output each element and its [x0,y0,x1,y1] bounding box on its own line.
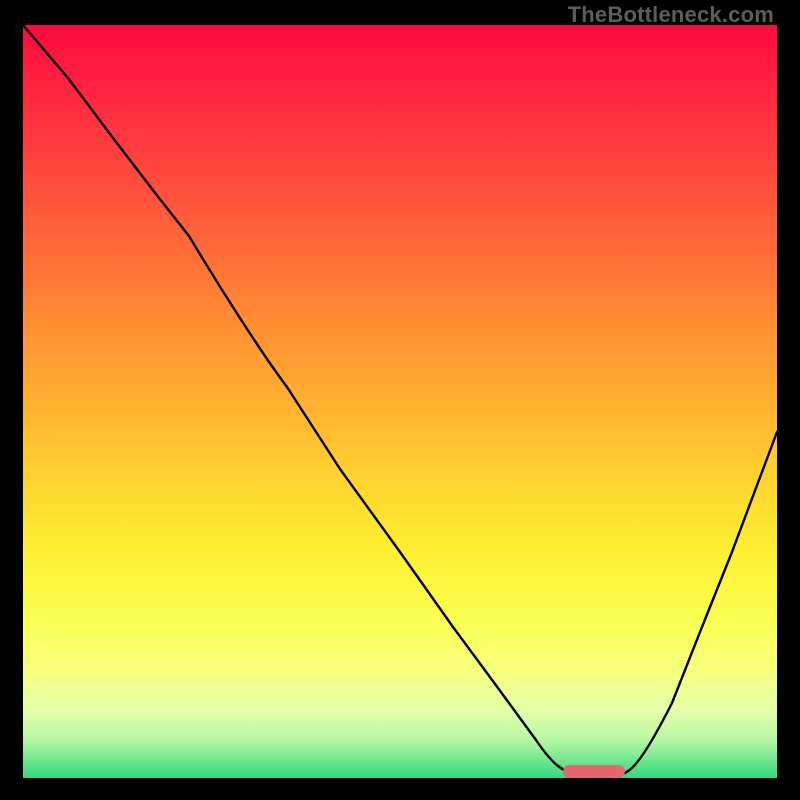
chart-svg [23,25,777,778]
optimal-range-marker [563,765,625,778]
chart-frame: TheBottleneck.com [0,0,800,800]
watermark-text: TheBottleneck.com [568,2,774,28]
bottleneck-curve [23,25,777,776]
plot-area [23,25,777,778]
